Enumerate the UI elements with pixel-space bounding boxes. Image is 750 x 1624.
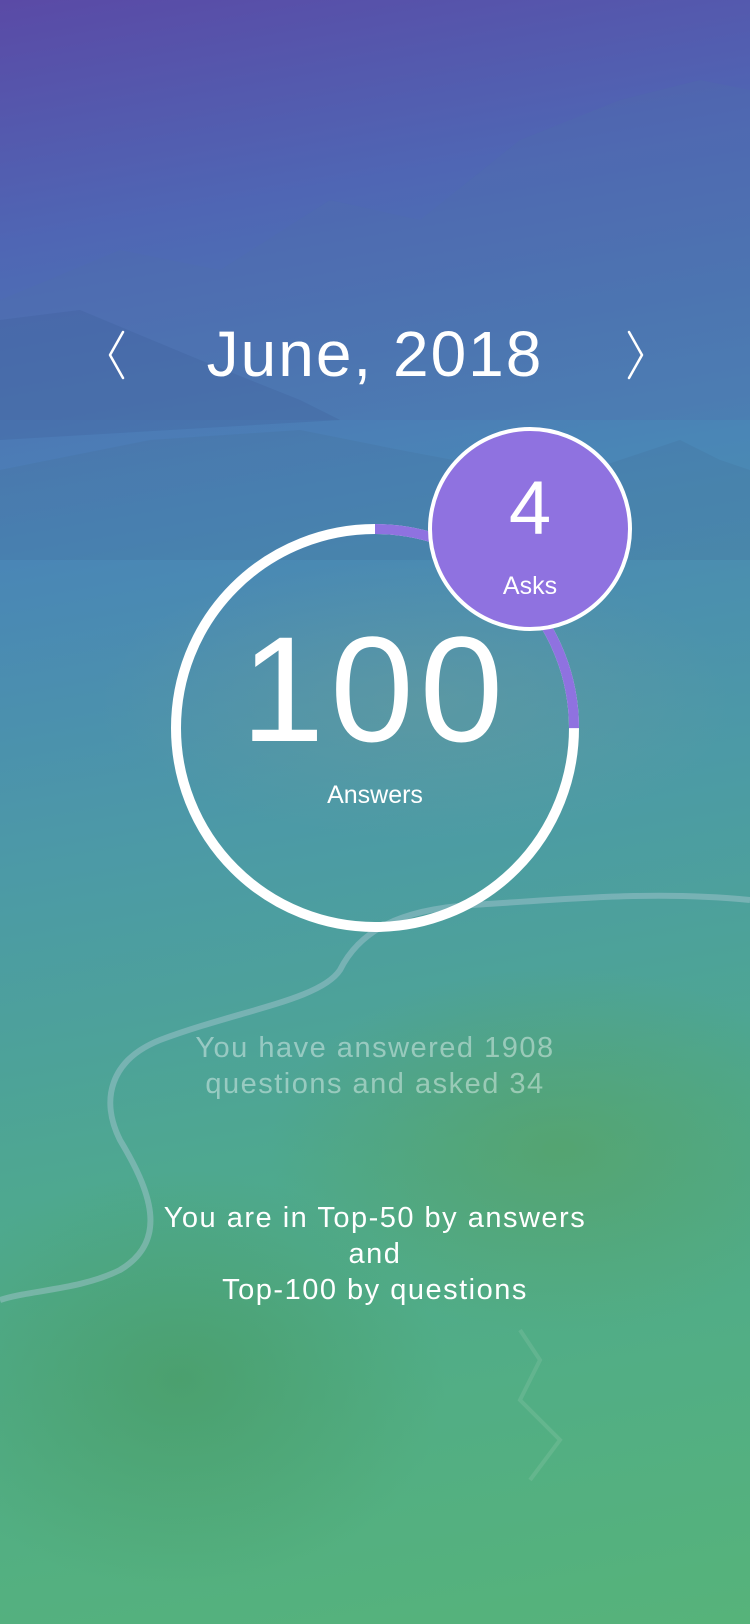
summary-line: You have answered 1908: [195, 1032, 555, 1064]
chevron-right-icon: [627, 330, 644, 380]
previous-month-button[interactable]: [86, 320, 146, 390]
asks-label: Asks: [502, 572, 558, 600]
next-month-button[interactable]: [606, 320, 666, 390]
rank-line: Top-100 by questions: [222, 1274, 528, 1306]
answers-count: 100: [240, 605, 510, 773]
ranking-info: You are in Top-50 by answers and Top-100…: [80, 1200, 670, 1308]
asks-count: 4: [508, 466, 552, 551]
rank-line: and: [348, 1238, 402, 1270]
month-title: June, 2018: [206, 318, 544, 390]
month-selector: June, 2018: [0, 300, 750, 410]
chevron-left-icon: [108, 330, 125, 380]
answers-label: Answers: [327, 781, 423, 809]
asks-badge[interactable]: 4 Asks: [428, 427, 632, 631]
rank-line: You are in Top-50 by answers: [163, 1202, 587, 1234]
activity-summary: You have answered 1908 questions and ask…: [100, 1030, 650, 1102]
stats-screen: June, 2018 100 Answers 4 Asks You have a…: [0, 0, 750, 1624]
summary-line: questions and asked 34: [205, 1068, 545, 1100]
